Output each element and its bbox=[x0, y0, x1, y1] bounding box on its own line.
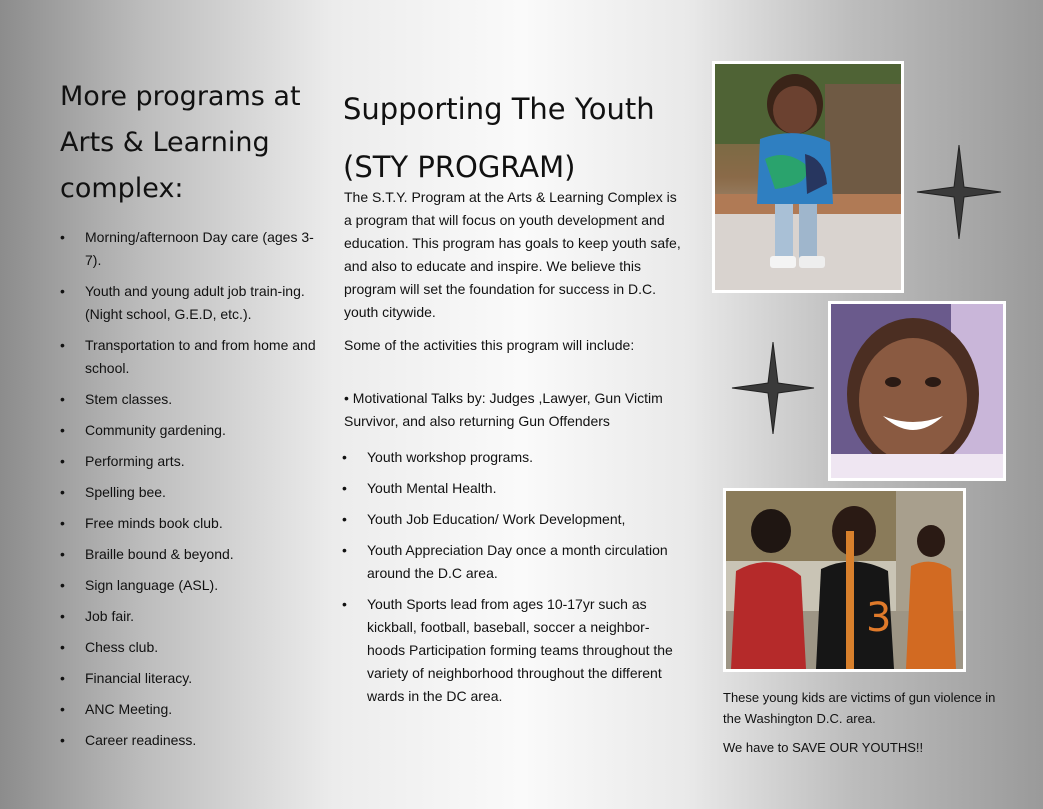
list-item: Stem classes. bbox=[60, 388, 320, 411]
list-item: Career readiness. bbox=[60, 729, 320, 752]
list-item: Youth Sports lead from ages 10-17yr such… bbox=[342, 593, 687, 708]
young-athletes-photo: 3 bbox=[723, 488, 966, 672]
jersey-number: 3 bbox=[866, 595, 891, 641]
list-item: ANC Meeting. bbox=[60, 698, 320, 721]
toddler-photo bbox=[712, 61, 904, 293]
activities-intro: Some of the activities this program will… bbox=[344, 337, 635, 353]
motivational-talks: • Motivational Talks by: Judges ,Lawyer,… bbox=[344, 390, 663, 429]
four-point-star-icon bbox=[731, 341, 815, 435]
list-item: Youth workshop programs. bbox=[342, 446, 687, 469]
sty-intro: The S.T.Y. Program at the Arts & Learnin… bbox=[344, 189, 681, 320]
list-item: Performing arts. bbox=[60, 450, 320, 473]
programs-heading: More programs at Arts & Learning complex… bbox=[60, 81, 301, 204]
list-item: Financial literacy. bbox=[60, 667, 320, 690]
list-item: Chess club. bbox=[60, 636, 320, 659]
sty-title: Supporting The Youth (STY PROGRAM) bbox=[343, 92, 655, 184]
list-item: Youth Mental Health. bbox=[342, 477, 687, 500]
list-item: Youth Appreciation Day once a month circ… bbox=[342, 539, 687, 585]
list-item: Spelling bee. bbox=[60, 481, 320, 504]
four-point-star-icon bbox=[916, 144, 1002, 240]
list-item: Youth and young adult job train-ing. (Ni… bbox=[60, 280, 320, 326]
list-item: Free minds book club. bbox=[60, 512, 320, 535]
activities-list: Youth workshop programs. Youth Mental He… bbox=[342, 446, 687, 716]
smiling-child-photo bbox=[828, 301, 1006, 481]
list-item: Sign language (ASL). bbox=[60, 574, 320, 597]
list-item: Transportation to and from home and scho… bbox=[60, 334, 320, 380]
list-item: Community gardening. bbox=[60, 419, 320, 442]
programs-list: Morning/afternoon Day care (ages 3-7). Y… bbox=[60, 226, 320, 760]
save-our-youths-callout: We have to SAVE OUR YOUTHS!! bbox=[723, 740, 924, 755]
list-item: Youth Job Education/ Work Development, bbox=[342, 508, 687, 531]
list-item: Job fair. bbox=[60, 605, 320, 628]
victims-caption: These young kids are victims of gun viol… bbox=[723, 690, 996, 726]
list-item: Braille bound & beyond. bbox=[60, 543, 320, 566]
list-item: Morning/afternoon Day care (ages 3-7). bbox=[60, 226, 320, 272]
